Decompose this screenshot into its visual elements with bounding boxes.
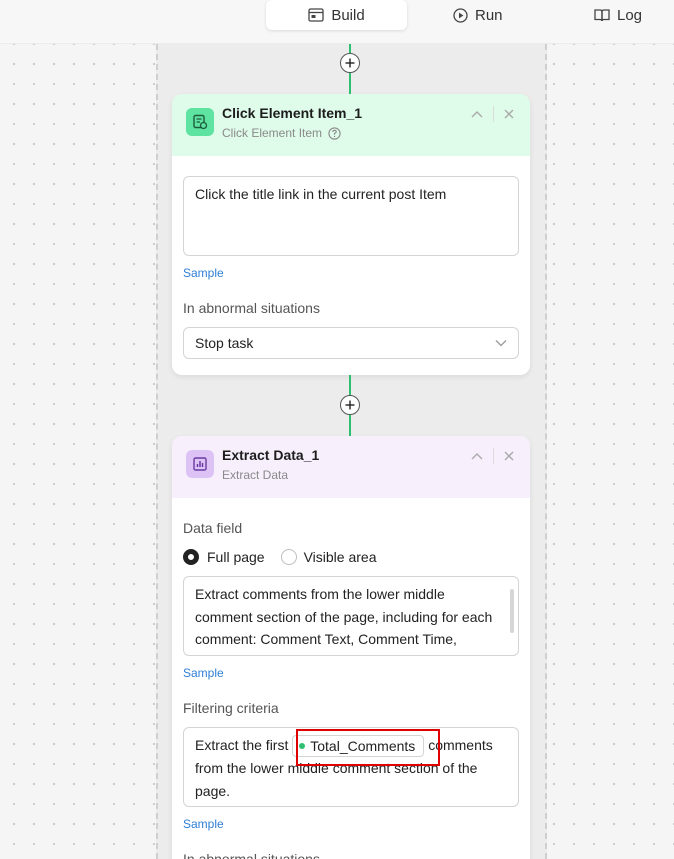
collapse-icon[interactable] (471, 110, 483, 118)
radio-visible-area[interactable] (280, 549, 297, 565)
filter-sample-link[interactable]: Sample (183, 817, 519, 831)
chevron-down-icon (495, 340, 507, 347)
highlight-box (296, 729, 440, 766)
plus-icon (345, 58, 355, 68)
click-abnormal-label: In abnormal situations (183, 300, 320, 316)
extract-data-subtitle: Extract Data (222, 468, 289, 482)
click-element-title: Click Element Item_1 (222, 105, 363, 121)
tab-log-label: Log (617, 6, 643, 24)
tab-build-label: Build (331, 6, 365, 24)
tab-log[interactable]: Log (594, 0, 642, 30)
extract-sample-link[interactable]: Sample (183, 666, 519, 680)
extract-data-card[interactable]: Extract Data_1 Extract Data Data field F… (172, 436, 530, 859)
extract-instruction-text: Extract comments from the lower middle c… (195, 586, 493, 647)
add-step-button[interactable] (340, 53, 360, 73)
plus-icon (345, 400, 355, 410)
close-icon[interactable] (504, 451, 514, 461)
collapse-icon[interactable] (471, 452, 483, 460)
header-divider (493, 106, 494, 122)
click-element-icon (186, 108, 214, 136)
radio-full-page-label[interactable]: Full page (207, 549, 265, 565)
top-tab-bar: Build Run Log (0, 0, 674, 44)
extract-data-title: Extract Data_1 (222, 447, 320, 463)
extract-abnormal-label: In abnormal situations (183, 851, 320, 859)
click-sample-link[interactable]: Sample (183, 266, 519, 280)
textbox-scrollbar[interactable] (510, 589, 514, 633)
extract-data-icon (186, 450, 214, 478)
build-icon (308, 8, 324, 22)
help-icon[interactable] (328, 126, 341, 140)
tab-run-label: Run (475, 6, 503, 24)
close-icon[interactable] (504, 109, 514, 119)
add-step-button[interactable] (340, 395, 360, 415)
play-circle-icon (453, 7, 468, 23)
extract-instruction-input[interactable]: Extract comments from the lower middle c… (183, 576, 519, 656)
filter-prefix-text: Extract the first (195, 737, 289, 753)
click-element-header: Click Element Item_1 Click Element Item (172, 94, 530, 156)
click-abnormal-value: Stop task (195, 335, 254, 351)
tab-build[interactable]: Build (266, 0, 407, 30)
radio-full-page[interactable] (183, 549, 199, 565)
click-element-subtitle: Click Element Item (222, 126, 323, 140)
radio-visible-area-label[interactable]: Visible area (304, 549, 377, 565)
click-element-card[interactable]: Click Element Item_1 Click Element Item … (172, 94, 530, 375)
data-field-label: Data field (183, 520, 243, 536)
filter-criteria-label: Filtering criteria (183, 700, 279, 716)
click-abnormal-select[interactable]: Stop task (183, 327, 519, 359)
tab-run[interactable]: Run (453, 0, 503, 30)
extract-data-header: Extract Data_1 Extract Data (172, 436, 530, 498)
book-icon (594, 9, 610, 22)
click-instruction-input[interactable]: Click the title link in the current post… (183, 176, 519, 256)
header-divider (493, 448, 494, 464)
data-field-radio-group: Full page Visible area (183, 549, 519, 565)
